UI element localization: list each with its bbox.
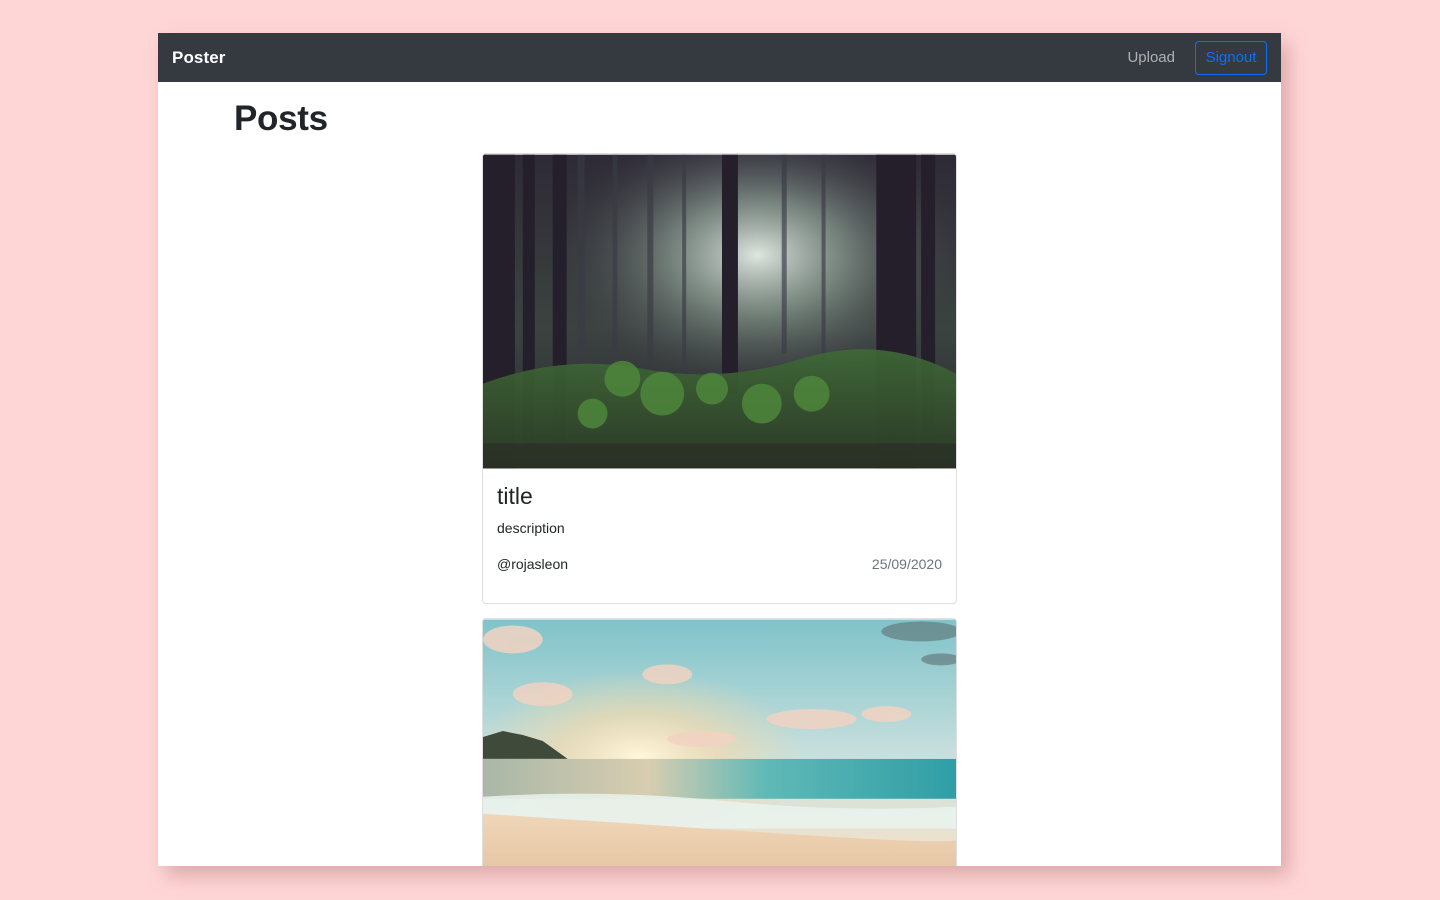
- post-image-beach: [483, 619, 956, 866]
- post-image-forest: [483, 154, 956, 469]
- page-title: Posts: [234, 99, 328, 138]
- post-username[interactable]: @rojasleon: [497, 556, 568, 572]
- navbar: Poster Upload Signout: [158, 33, 1281, 82]
- signout-button[interactable]: Signout: [1195, 40, 1267, 75]
- post-card[interactable]: title description @rojasleon 25/09/2020: [482, 153, 957, 604]
- post-title: title: [497, 483, 533, 509]
- browser-window: Poster Upload Signout Posts title descri…: [158, 33, 1281, 866]
- post-card[interactable]: [482, 618, 957, 866]
- post-description: description: [497, 520, 565, 536]
- post-meta: @rojasleon 25/09/2020: [497, 556, 942, 572]
- post-card-body: title description @rojasleon 25/09/2020: [483, 469, 956, 572]
- post-date: 25/09/2020: [871, 556, 942, 572]
- navbar-brand[interactable]: Poster: [172, 48, 226, 68]
- upload-link[interactable]: Upload: [1127, 49, 1175, 66]
- navbar-actions: Upload Signout: [1127, 40, 1267, 75]
